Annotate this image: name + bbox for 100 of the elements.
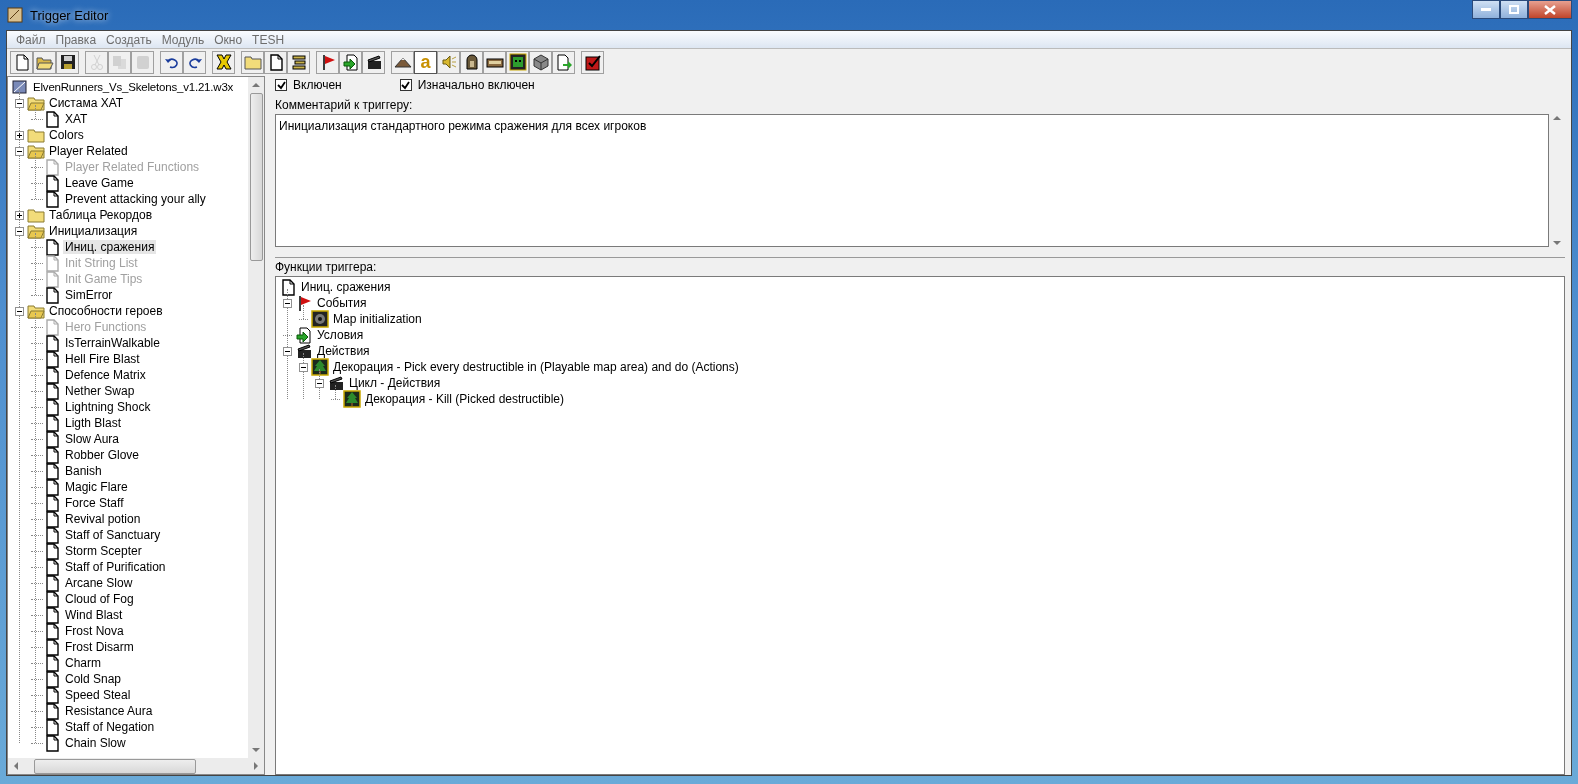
toolbar-button[interactable]	[581, 50, 604, 74]
tree-item[interactable]: Frost Disarm	[63, 640, 136, 654]
folder-icon	[27, 126, 45, 144]
clapperboard-icon	[364, 53, 383, 71]
tree-folder[interactable]: Player Related	[47, 144, 130, 158]
tree-folder[interactable]: Способности героев	[47, 304, 165, 318]
toolbar-button[interactable]	[316, 50, 339, 74]
tree-item[interactable]: Defence Matrix	[63, 368, 148, 382]
toolbar-button[interactable]	[56, 50, 79, 74]
collapse-toggle[interactable]	[15, 226, 24, 236]
vertical-scrollbar[interactable]	[248, 77, 264, 758]
toolbar-button[interactable]	[183, 50, 206, 74]
tree-item[interactable]: Cold Snap	[63, 672, 124, 686]
arrow-page-icon	[341, 53, 360, 71]
checkbox-label: Изначально включен	[417, 78, 535, 92]
toolbar-button[interactable]	[483, 50, 506, 74]
tree-item[interactable]: ElvenRunners_Vs_Skeletons_v1.21.w3x	[31, 81, 236, 93]
page-icon	[43, 734, 61, 752]
toolbar-button[interactable]	[506, 50, 529, 74]
tree-item[interactable]: Cloud of Fog	[63, 592, 136, 606]
checkbox[interactable]	[399, 79, 412, 91]
menu-item[interactable]: TESH	[247, 32, 290, 47]
minimize-icon	[1481, 7, 1491, 12]
tree-item[interactable]: Chain Slow	[63, 736, 128, 750]
function-label[interactable]: Map initialization	[331, 312, 424, 326]
tree-folder[interactable]: Систама XAT	[47, 96, 126, 110]
tree-item[interactable]: Staff of Purification	[63, 560, 168, 574]
tree-item[interactable]: Speed Steal	[63, 688, 133, 702]
page-icon	[43, 398, 61, 416]
tree-item[interactable]: Revival potion	[63, 512, 143, 526]
menu-item[interactable]: Правка	[50, 32, 102, 47]
tree-item[interactable]: Banish	[63, 464, 104, 478]
tree-item[interactable]: XAT	[63, 112, 90, 126]
tree-item[interactable]: Arcane Slow	[63, 576, 135, 590]
tree-item[interactable]: Storm Scepter	[63, 544, 144, 558]
tree-item[interactable]: Force Staff	[63, 496, 126, 510]
tree-item[interactable]: SimError	[63, 288, 115, 302]
menu-item[interactable]: Модуль	[156, 32, 210, 47]
tree-item[interactable]: Magic Flare	[63, 480, 130, 494]
collapse-toggle[interactable]	[15, 146, 24, 156]
toolbar-button[interactable]	[460, 50, 483, 74]
toolbar-button[interactable]	[287, 50, 310, 74]
gear-tile-icon	[311, 310, 329, 328]
checkbox[interactable]	[275, 79, 287, 91]
tree-item[interactable]: Resistance Aura	[63, 704, 155, 718]
tree-item[interactable]: Leave Game	[63, 176, 136, 190]
expand-toggle[interactable]	[15, 130, 24, 140]
page-icon	[43, 190, 61, 208]
close-button[interactable]	[1528, 0, 1572, 19]
tree-item[interactable]: Lightning Shock	[63, 400, 153, 414]
function-label[interactable]: Декорация - Kill (Picked destructible)	[363, 392, 566, 406]
collapse-toggle[interactable]	[299, 362, 308, 372]
toolbar-button[interactable]	[362, 50, 385, 74]
toolbar-button[interactable]	[529, 50, 552, 74]
collapse-toggle[interactable]	[283, 298, 292, 308]
tree-item[interactable]: Slow Aura	[63, 432, 122, 446]
toolbar-button[interactable]	[264, 50, 287, 74]
tree-item[interactable]: Staff of Sanctuary	[63, 528, 163, 542]
function-label[interactable]: Иниц. сражения	[299, 280, 393, 294]
toolbar-button[interactable]	[160, 50, 183, 74]
menu-item[interactable]: Окно	[209, 32, 248, 47]
maximize-button[interactable]	[1500, 0, 1528, 19]
comment-field[interactable]: Инициализация стандартного режима сражения для всех игроков	[275, 114, 1549, 247]
menu-item[interactable]: Файл	[11, 32, 51, 47]
scroll-thumb[interactable]	[249, 93, 263, 261]
tree-item[interactable]: Robber Glove	[63, 448, 142, 462]
collapse-toggle[interactable]	[15, 306, 24, 316]
toolbar-button[interactable]	[391, 50, 414, 74]
collapse-toggle[interactable]	[283, 346, 292, 356]
page-icon	[43, 110, 61, 128]
horizontal-scrollbar[interactable]	[8, 758, 264, 774]
collapse-toggle[interactable]	[315, 378, 324, 388]
minimize-button[interactable]	[1472, 0, 1500, 19]
function-label[interactable]: Действия	[315, 344, 372, 358]
tree-item[interactable]: Ligth Blast	[63, 416, 124, 430]
tree-item[interactable]: Staff of Negation	[63, 720, 157, 734]
open-folder-icon	[27, 94, 45, 112]
tree-tile-icon	[311, 358, 329, 376]
toolbar-button[interactable]	[339, 50, 362, 74]
collapse-toggle[interactable]	[15, 98, 24, 108]
toolbar-button[interactable]	[212, 50, 235, 74]
tree-item[interactable]: Prevent attacking your ally	[63, 192, 208, 206]
tree-item[interactable]: Hell Fire Blast	[63, 352, 142, 366]
tree-item[interactable]: Frost Nova	[63, 624, 126, 638]
function-label[interactable]: События	[315, 296, 369, 310]
tree-item[interactable]: Charm	[63, 656, 103, 670]
checkbox-label: Включен	[293, 78, 342, 92]
expand-toggle[interactable]	[15, 210, 24, 220]
function-label[interactable]: Условия	[315, 328, 366, 342]
scroll-thumb[interactable]	[34, 758, 196, 774]
menu-item[interactable]: Создать	[101, 32, 157, 47]
function-label[interactable]: Декорация - Pick every destructible in (Playable map area) and do (Actions)	[331, 360, 741, 374]
function-label[interactable]: Цикл - Действия	[347, 376, 443, 390]
tree-item[interactable]: Иниц. сражения	[63, 240, 157, 254]
tree-item[interactable]: IsTerrainWalkable	[63, 336, 162, 350]
tree-item[interactable]: Wind Blast	[63, 608, 125, 622]
tree-folder[interactable]: Colors	[47, 128, 86, 142]
tree-item[interactable]: Nether Swap	[63, 384, 137, 398]
tree-folder[interactable]: Инициализация	[47, 224, 140, 238]
tree-folder[interactable]: Таблица Рекордов	[47, 208, 155, 222]
